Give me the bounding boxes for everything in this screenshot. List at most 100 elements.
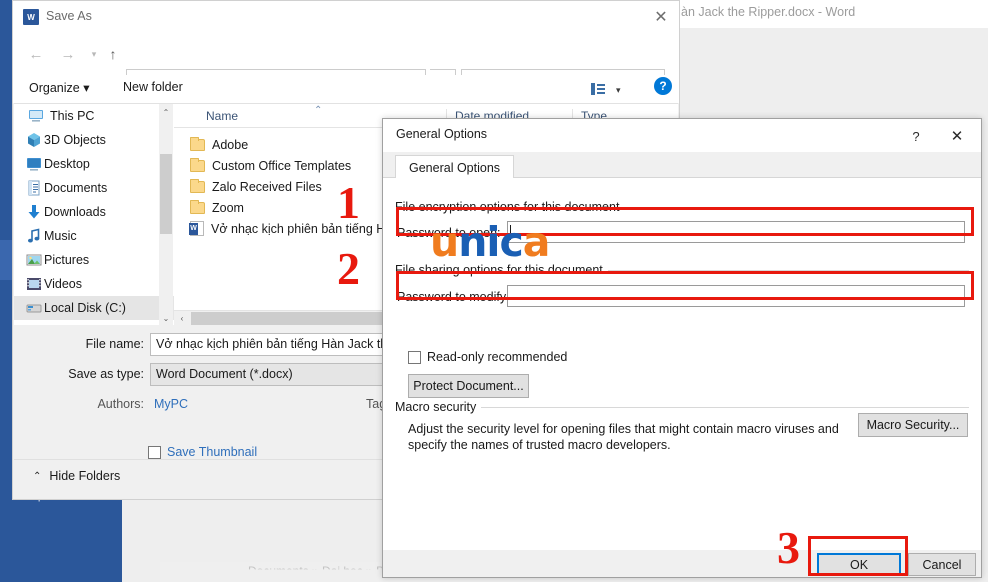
tab-general-options[interactable]: General Options	[395, 155, 515, 179]
sidebar-scrollbar[interactable]: ⌃ ⌄	[159, 104, 173, 326]
hide-folders-button[interactable]: ⌃ Hide Folders	[33, 469, 120, 483]
file-list-item[interactable]: Vở nhạc kịch phiên bản tiếng Hàn	[189, 218, 400, 239]
authors-label: Authors:	[97, 397, 144, 411]
general-options-titlebar: General Options ? ✕	[383, 119, 981, 152]
file-list-item-label: Zoom	[212, 200, 244, 215]
music-note-icon	[26, 228, 42, 244]
scroll-up-icon[interactable]: ⌃	[159, 104, 173, 120]
password-to-modify-input[interactable]	[507, 285, 965, 307]
view-layout-icon[interactable]	[591, 83, 605, 95]
save-as-title: Save As	[46, 9, 92, 23]
documents-icon	[26, 180, 42, 196]
sidebar-item-local-disk-c[interactable]: Local Disk (C:)	[14, 296, 174, 320]
desktop-icon	[26, 156, 42, 172]
macro-security-group-label: Macro security	[395, 400, 482, 414]
sidebar-item-label: Documents	[44, 181, 108, 195]
column-header-name[interactable]: Name	[198, 109, 238, 126]
sidebar-item-pictures[interactable]: Pictures	[14, 248, 174, 272]
general-options-body: File encryption options for this documen…	[383, 178, 981, 550]
forward-arrow-icon[interactable]: →	[57, 43, 79, 65]
group-divider	[481, 407, 969, 408]
save-as-toolbar: Organize ▾ New folder ▾	[13, 75, 679, 103]
file-list-item[interactable]: Zalo Received Files	[190, 176, 322, 197]
picture-icon	[26, 252, 42, 268]
sidebar-item-label: Pictures	[44, 253, 90, 267]
file-list-item-label: Custom Office Templates	[212, 158, 352, 173]
save-as-titlebar: W Save As ✕	[13, 1, 679, 33]
file-list-item-label: Adobe	[212, 137, 249, 152]
up-arrow-icon[interactable]: ↑	[102, 43, 124, 65]
close-icon[interactable]: ✕	[941, 123, 973, 149]
checkbox-icon	[408, 350, 421, 364]
close-icon[interactable]: ✕	[643, 3, 679, 31]
sidebar-item-label: Music	[44, 229, 77, 243]
read-only-recommended-label: Read-only recommended	[427, 350, 568, 364]
text-caret	[510, 225, 511, 240]
navigation-sidebar: This PC 3D Objects Desktop Documents Downloa…	[14, 104, 174, 326]
sidebar-scrollbar-thumb[interactable]	[160, 154, 172, 234]
folder-icon	[190, 178, 205, 193]
word-document-icon	[189, 221, 204, 236]
folder-icon	[190, 136, 205, 151]
chevron-up-icon: ⌃	[33, 470, 42, 482]
checkbox-icon	[148, 445, 161, 459]
ok-button[interactable]: OK	[817, 553, 901, 576]
group-divider	[605, 270, 969, 271]
macro-security-button[interactable]: Macro Security...	[858, 413, 968, 437]
word-left-accent-highlight	[0, 240, 12, 280]
tab-strip: General Options	[383, 152, 981, 179]
word-app-icon: W	[23, 9, 39, 25]
monitor-icon	[28, 108, 44, 124]
sidebar-item-this-pc[interactable]: This PC	[14, 104, 174, 128]
read-only-recommended-checkbox[interactable]: Read-only recommended	[408, 350, 567, 364]
save-thumbnail-checkbox[interactable]: Save Thumbnail	[148, 445, 257, 459]
file-list-item[interactable]: Custom Office Templates	[190, 155, 351, 176]
group-divider	[613, 207, 969, 208]
word-bottom-blue-panel	[12, 498, 122, 582]
sort-ascending-icon: ⌃	[314, 105, 323, 116]
folder-icon	[190, 157, 205, 172]
protect-document-button[interactable]: Protect Document...	[408, 374, 529, 398]
general-options-dialog: General Options ? ✕ General Options File…	[382, 118, 982, 578]
general-options-footer: OK Cancel	[383, 550, 981, 577]
sidebar-item-label: Videos	[44, 277, 82, 291]
macro-security-description: Adjust the security level for opening fi…	[408, 422, 839, 452]
cube-icon	[26, 132, 42, 148]
scroll-down-icon[interactable]: ⌄	[159, 310, 173, 326]
sidebar-item-desktop[interactable]: Desktop	[14, 152, 174, 176]
file-list-item-label: Vở nhạc kịch phiên bản tiếng Hàn	[211, 221, 400, 236]
word-document-title: Hàn Jack the Ripper.docx - Word	[672, 5, 856, 19]
scroll-left-icon[interactable]: ‹	[174, 311, 190, 326]
password-to-open-input[interactable]	[507, 221, 965, 243]
help-icon[interactable]: ?	[654, 77, 672, 95]
cancel-button[interactable]: Cancel	[908, 553, 976, 576]
file-list-item-label: Zalo Received Files	[212, 179, 322, 194]
sidebar-item-music[interactable]: Music	[14, 224, 174, 248]
file-list-item[interactable]: Zoom	[190, 197, 244, 218]
hide-folders-label: Hide Folders	[49, 469, 121, 483]
organize-button[interactable]: Organize ▾	[29, 80, 89, 95]
sidebar-item-documents[interactable]: Documents	[14, 176, 174, 200]
sidebar-item-label: 3D Objects	[44, 133, 106, 147]
help-icon[interactable]: ?	[903, 125, 929, 147]
new-folder-button[interactable]: New folder	[123, 80, 183, 94]
authors-value[interactable]: MyPC	[154, 397, 188, 411]
file-name-label: File name:	[85, 337, 144, 351]
sidebar-item-3d-objects[interactable]: 3D Objects	[14, 128, 174, 152]
file-sharing-group-label: File sharing options for this document	[395, 263, 608, 277]
general-options-title: General Options	[396, 127, 488, 141]
save-thumbnail-label: Save Thumbnail	[167, 445, 258, 459]
word-left-accent-strip	[0, 0, 12, 582]
navigation-bar: ← → ▾ ↑ « › Users › MyPC › Documents ▾ ↻…	[13, 33, 679, 95]
save-as-type-label: Save as type:	[68, 367, 144, 381]
sidebar-item-label: Desktop	[44, 157, 90, 171]
back-arrow-icon[interactable]: ←	[25, 43, 47, 65]
sidebar-item-label: Local Disk (C:)	[44, 301, 126, 315]
file-list-item[interactable]: Adobe	[190, 134, 248, 155]
sidebar-item-videos[interactable]: Videos	[14, 272, 174, 296]
password-to-open-label: Password to open:	[397, 226, 501, 240]
sidebar-item-downloads[interactable]: Downloads	[14, 200, 174, 224]
disk-icon	[26, 300, 42, 316]
view-chevron-down-icon[interactable]: ▾	[616, 85, 621, 96]
password-to-modify-label: Password to modify:	[397, 290, 510, 304]
